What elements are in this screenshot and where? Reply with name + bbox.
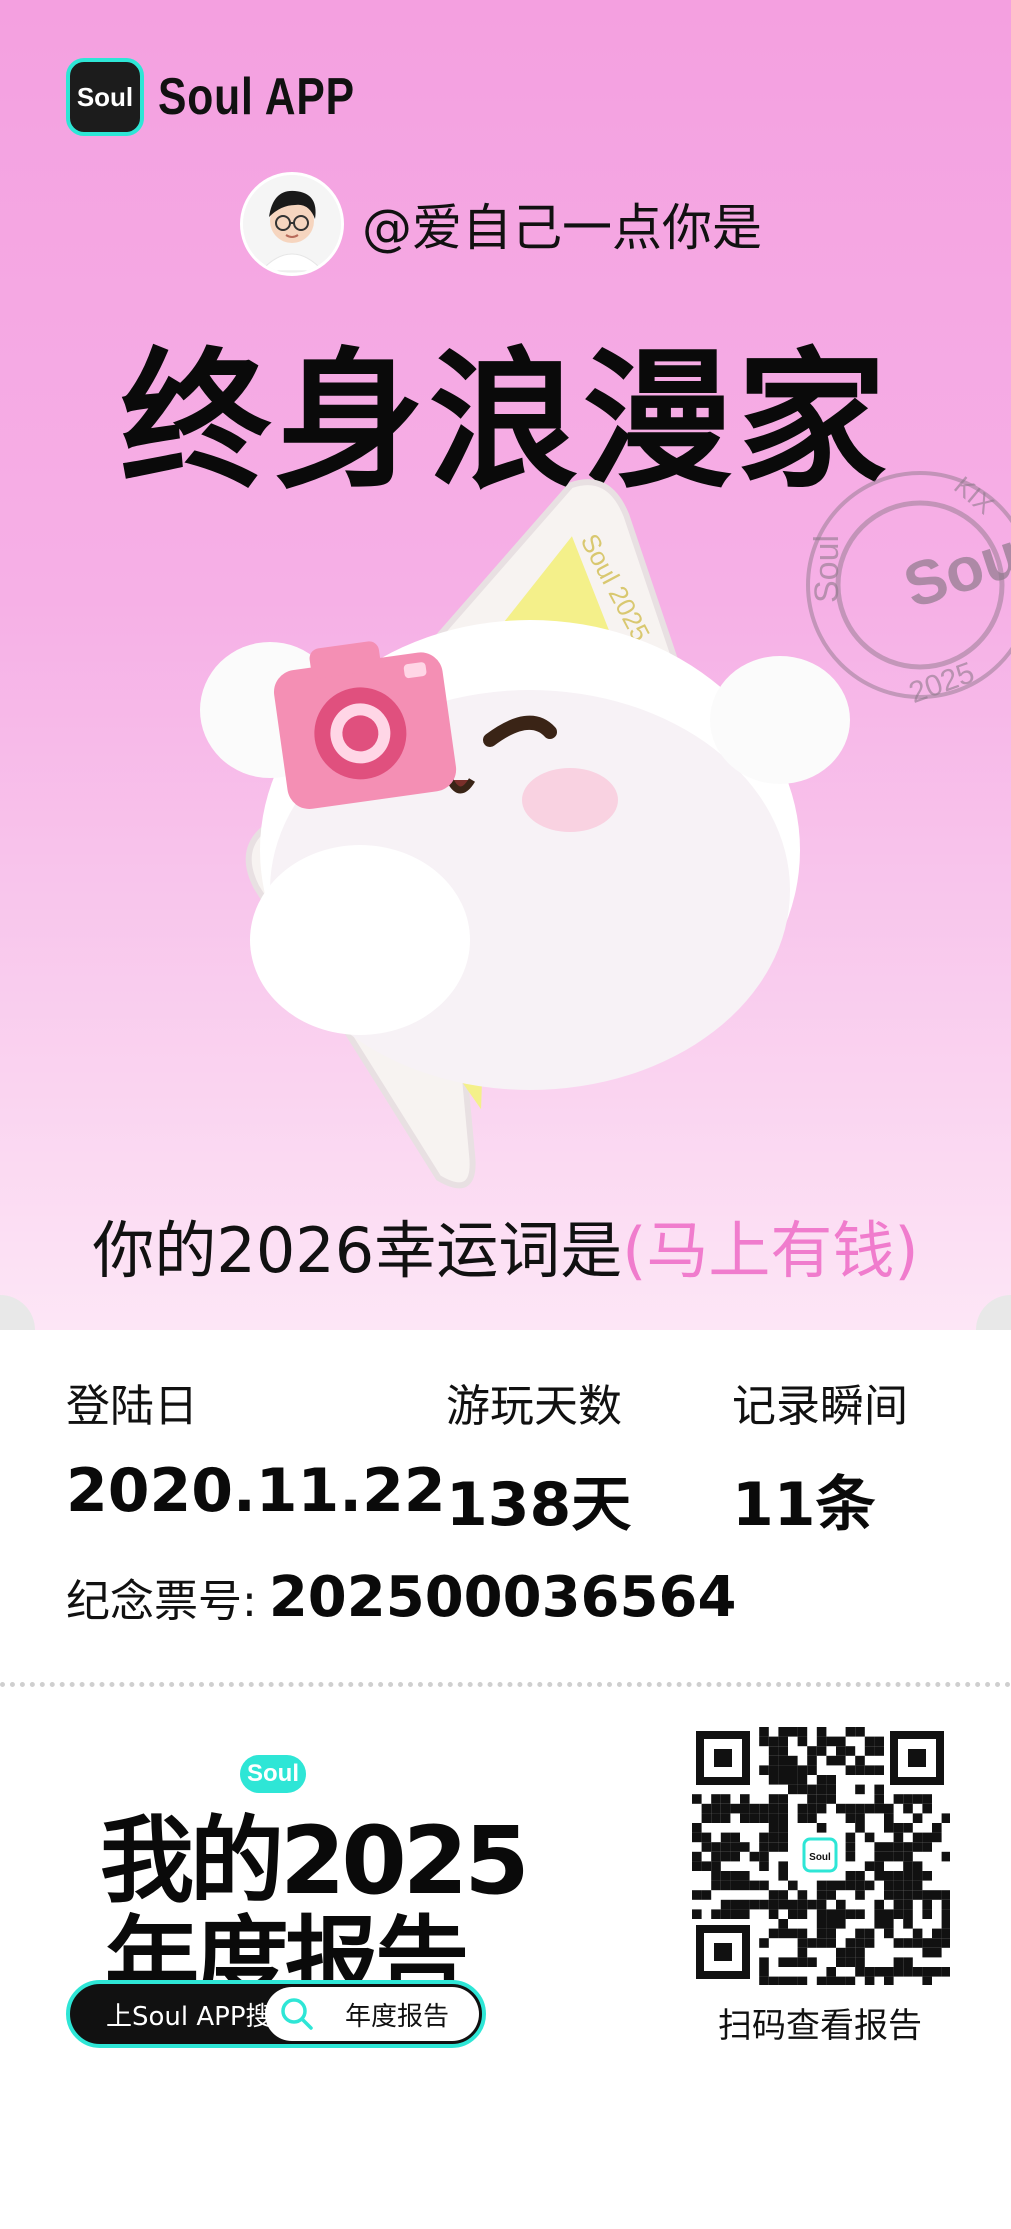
- stats-section: 登陆日 2020.11.22 游玩天数 138天 记录瞬间 11条 纪念票号: …: [0, 1330, 1011, 1700]
- soul-logo-icon: Soul: [66, 58, 144, 136]
- ticket-value: 202500036564: [268, 1565, 737, 1630]
- qr-code[interactable]: Soul: [690, 1725, 952, 1987]
- stat-label: 游玩天数: [446, 1381, 622, 1432]
- search-pill-right: 年度报告: [265, 1987, 479, 2041]
- app-name: Soul APP: [158, 68, 355, 126]
- stat-value: 138天: [446, 1470, 632, 1540]
- avatar[interactable]: [240, 172, 344, 276]
- ticket-notch-right: [976, 1295, 1011, 1330]
- search-pill-keyword: 年度报告: [345, 2001, 450, 2032]
- search-pill-left: 上Soul APP搜: [106, 2001, 272, 2032]
- brand: Soul Soul APP: [66, 58, 398, 136]
- lucky-word-line: 你的2026幸运词是(马上有钱): [0, 1200, 1011, 1290]
- stat-label: 记录瞬间: [732, 1381, 908, 1432]
- mascot-illustration: Soul 2025: [150, 470, 910, 1194]
- stat-value: 2020.11.22: [66, 1456, 446, 1526]
- dotted-divider: [0, 1682, 1011, 1687]
- ticket-label: 纪念票号:: [66, 1576, 257, 1627]
- stat-label: 登陆日: [66, 1381, 198, 1432]
- qr-caption: 扫码查看报告: [718, 2006, 922, 2046]
- lucky-prefix: 你的2026幸运词是: [92, 1214, 623, 1287]
- stamp-center-text: Soul: [896, 515, 1011, 622]
- user-row: @爱自己一点你是: [240, 172, 762, 276]
- qr-center-text: Soul: [809, 1852, 831, 1863]
- ticket-number: 纪念票号: 202500036564: [66, 1565, 736, 1630]
- search-pill[interactable]: 上Soul APP搜 年度报告: [66, 1980, 486, 2048]
- stat-value: 11条: [732, 1470, 876, 1540]
- stat-play-days: 游玩天数 138天: [446, 1370, 631, 1543]
- stat-login-date: 登陆日 2020.11.22: [66, 1370, 446, 1526]
- user-handle: @爱自己一点你是: [362, 199, 762, 257]
- ticket-notch-left: [0, 1295, 35, 1330]
- poster-header: Soul Soul APP @爱自己一点你是 终身浪漫家 Soul KIX So…: [0, 0, 1011, 1330]
- stat-moments: 记录瞬间 11条: [732, 1370, 908, 1543]
- search-icon: [279, 1996, 315, 2032]
- lucky-word: (马上有钱): [622, 1214, 919, 1287]
